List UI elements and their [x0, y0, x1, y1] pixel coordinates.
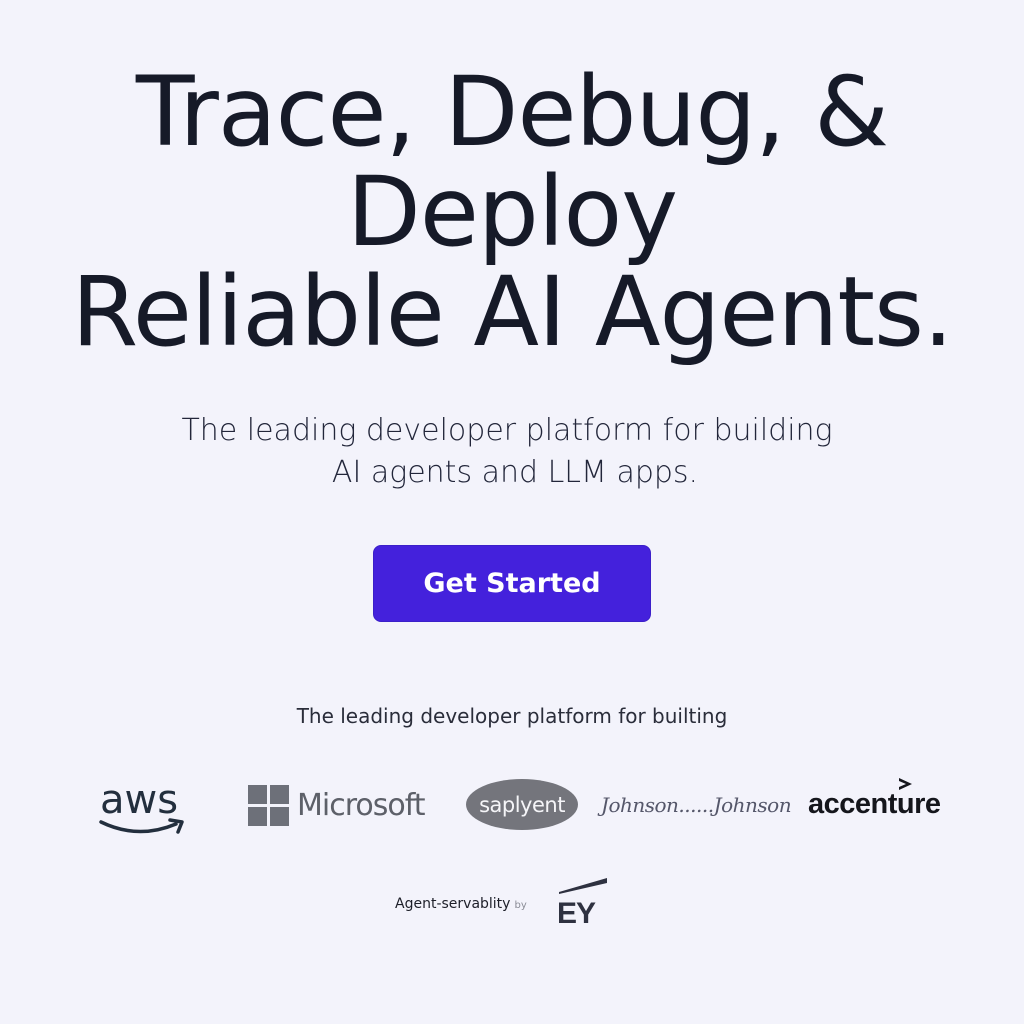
windows-grid-icon [248, 784, 289, 826]
saplyent-logo: saplyent [466, 779, 578, 830]
microsoft-logo: Microsoft [248, 783, 438, 827]
ey-logo: EY [555, 876, 611, 932]
hero-title-line-2: Deploy [346, 156, 678, 268]
hero-title-line-3: Reliable AI Agents. [71, 256, 954, 368]
saplyent-logo-text: saplyent [479, 792, 565, 817]
agent-servability-label: Agent-servablity by [395, 896, 527, 920]
aws-smile-icon [99, 818, 184, 834]
microsoft-logo-text: Microsoft [297, 787, 426, 823]
get-started-button[interactable]: Get Started [373, 545, 651, 622]
hero-subtitle-line-1: The leading developer platform for build… [181, 413, 833, 448]
landing-page: Trace, Debug, & Deploy Reliable AI Agent… [0, 0, 1024, 1024]
hero-title-line-1: Trace, Debug, & [135, 56, 889, 168]
ey-beam-icon [559, 878, 607, 894]
hero-subtitle-line-2: AI agents and LLM apps. [331, 455, 699, 490]
aws-logo: aws [98, 778, 190, 842]
hero-title: Trace, Debug, & Deploy Reliable AI Agent… [0, 62, 1024, 362]
trusted-by-caption: The leading developer platform for built… [296, 704, 728, 728]
ey-logo-text: EY [557, 897, 596, 930]
accenture-logo: accenture [808, 776, 964, 828]
agent-servability-text: Agent-servablity [395, 896, 511, 912]
hero-subtitle: The leading developer platform for build… [0, 410, 1024, 494]
johnson-and-johnson-logo-text: Johnson......Johnson [600, 793, 792, 817]
johnson-and-johnson-logo: Johnson......Johnson [601, 786, 792, 824]
by-text: by [514, 900, 527, 911]
accenture-logo-text: accenture [808, 788, 941, 820]
